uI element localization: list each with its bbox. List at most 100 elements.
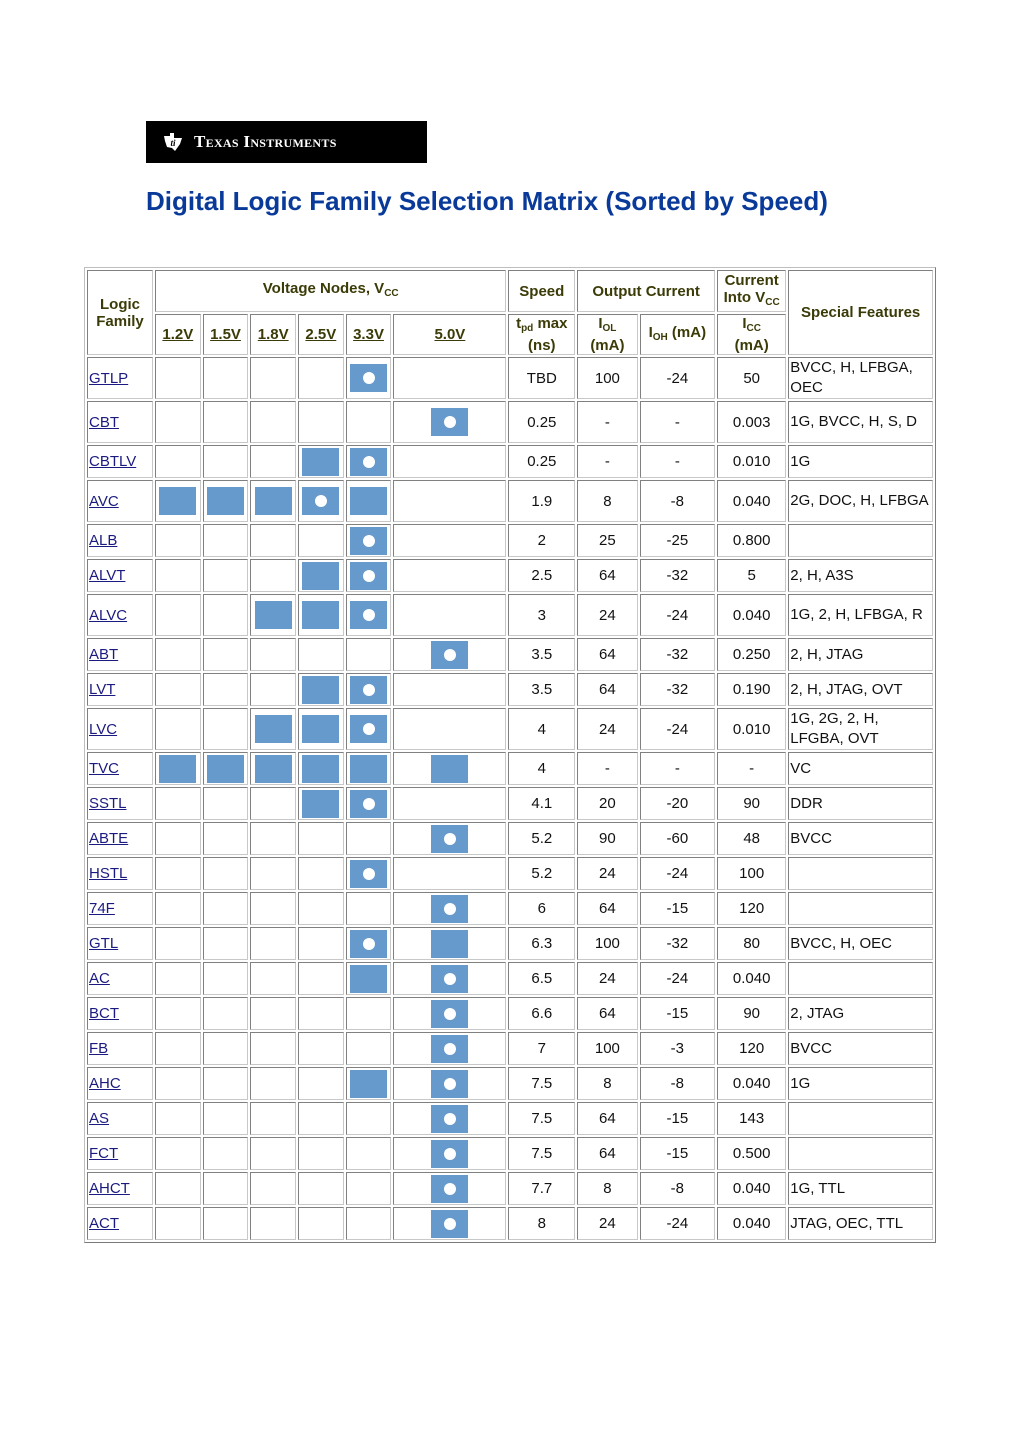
- voltage-cell-2-5v: [298, 752, 344, 785]
- special-features-cell: VC: [788, 752, 933, 785]
- voltage-cell-2-5v: [298, 673, 344, 706]
- logic-family-link[interactable]: ACT: [89, 1215, 119, 1232]
- icc-cell: 100: [717, 857, 787, 890]
- voltage-cell-2-5v: [298, 445, 344, 478]
- logic-family-cell: ALB: [87, 524, 153, 557]
- tpd-cell: 4: [508, 752, 576, 785]
- voltage-link-1-5v[interactable]: 1.5V: [210, 326, 241, 343]
- icc-cell: 0.010: [717, 708, 787, 750]
- logic-family-link[interactable]: AC: [89, 970, 110, 987]
- voltage-optimized-marker: [350, 859, 388, 888]
- voltage-cell-5-0v: [393, 638, 507, 671]
- voltage-cell-1-5v: [202, 1102, 249, 1135]
- icc-cell: 143: [717, 1102, 787, 1135]
- voltage-link-3-3v[interactable]: 3.3V: [353, 326, 384, 343]
- voltage-supported-marker: [302, 601, 340, 629]
- special-features-cell: BVCC: [788, 1032, 933, 1065]
- logic-family-cell: ALVC: [87, 594, 153, 636]
- logic-family-link[interactable]: HSTL: [89, 865, 127, 882]
- logic-family-link[interactable]: GTL: [89, 935, 118, 952]
- voltage-supported-marker: [302, 561, 340, 590]
- iol-cell: 100: [577, 1032, 638, 1065]
- voltage-cell-3-3v: [345, 927, 392, 960]
- voltage-cell-5-0v: [393, 480, 507, 522]
- voltage-cell-1-2v: [155, 787, 201, 820]
- logic-family-link[interactable]: ALB: [89, 532, 117, 549]
- logic-family-link[interactable]: 74F: [89, 900, 115, 917]
- voltage-supported-marker: [350, 964, 388, 993]
- iol-cell: 64: [577, 1137, 638, 1170]
- logic-family-link[interactable]: CBT: [89, 414, 119, 431]
- special-features-cell: BVCC, H, OEC: [788, 927, 933, 960]
- logic-family-link[interactable]: GTLP: [89, 370, 128, 387]
- logic-family-link[interactable]: AS: [89, 1110, 109, 1127]
- header-voltage-1-2v[interactable]: 1.2V: [155, 314, 201, 355]
- table-row: FB 7 100 -3 120 BVCC: [87, 1032, 933, 1065]
- voltage-cell-3-3v: [345, 857, 392, 890]
- table-row: 74F 6 64 -15 120: [87, 892, 933, 925]
- voltage-cell-1-2v: [155, 1102, 201, 1135]
- logic-family-link[interactable]: AVC: [89, 493, 119, 510]
- logic-family-cell: CBTLV: [87, 445, 153, 478]
- header-output-current: Output Current: [577, 270, 716, 312]
- tpd-cell: 4.1: [508, 787, 576, 820]
- icc-cell: 80: [717, 927, 787, 960]
- voltage-link-1-2v[interactable]: 1.2V: [162, 326, 193, 343]
- table-row: ABT 3.5 64 -32 0.250 2, H, JTAG: [87, 638, 933, 671]
- voltage-cell-1-2v: [155, 480, 201, 522]
- voltage-cell-1-5v: [202, 673, 249, 706]
- logic-family-link[interactable]: FCT: [89, 1145, 118, 1162]
- logic-family-link[interactable]: AHC: [89, 1075, 121, 1092]
- special-features-cell: 1G: [788, 445, 933, 478]
- voltage-cell-2-5v: [298, 401, 344, 443]
- logic-family-link[interactable]: SSTL: [89, 795, 127, 812]
- special-features-cell: [788, 892, 933, 925]
- voltage-optimized-marker: [431, 1104, 469, 1133]
- logic-family-link[interactable]: CBTLV: [89, 453, 136, 470]
- voltage-cell-2-5v: [298, 962, 344, 995]
- iol-cell: -: [577, 752, 638, 785]
- tpd-cell: 5.2: [508, 822, 576, 855]
- voltage-link-5-0v[interactable]: 5.0V: [434, 326, 465, 343]
- header-voltage-1-8v[interactable]: 1.8V: [250, 314, 297, 355]
- optimized-dot-icon: [443, 648, 456, 661]
- special-features-cell: 2, H, JTAG: [788, 638, 933, 671]
- voltage-cell-5-0v: [393, 1137, 507, 1170]
- voltage-cell-5-0v: [393, 594, 507, 636]
- logic-family-link[interactable]: LVC: [89, 721, 117, 738]
- ioh-cell: -8: [639, 1067, 716, 1100]
- voltage-supported-marker: [254, 754, 292, 783]
- voltage-cell-1-2v: [155, 857, 201, 890]
- logic-family-link[interactable]: TVC: [89, 760, 119, 777]
- voltage-optimized-marker: [431, 1139, 469, 1168]
- header-voltage-2-5v[interactable]: 2.5V: [298, 314, 344, 355]
- voltage-link-2-5v[interactable]: 2.5V: [305, 326, 336, 343]
- logic-family-link[interactable]: ALVT: [89, 567, 125, 584]
- logic-family-link[interactable]: BCT: [89, 1005, 119, 1022]
- logic-family-cell: AS: [87, 1102, 153, 1135]
- voltage-supported-marker: [431, 929, 469, 958]
- ioh-cell: -3: [639, 1032, 716, 1065]
- logic-family-link[interactable]: ABT: [89, 646, 118, 663]
- voltage-cell-2-5v: [298, 857, 344, 890]
- header-voltage-1-5v[interactable]: 1.5V: [202, 314, 249, 355]
- header-voltage-3-3v[interactable]: 3.3V: [345, 314, 392, 355]
- voltage-cell-1-8v: [250, 638, 297, 671]
- table-row: GTLP TBD 100 -24 50 BVCC, H, LFBGA, OEC: [87, 357, 933, 399]
- logic-family-link[interactable]: ABTE: [89, 830, 128, 847]
- header-voltage-5-0v[interactable]: 5.0V: [393, 314, 507, 355]
- svg-text:ti: ti: [171, 138, 177, 148]
- voltage-link-1-8v[interactable]: 1.8V: [258, 326, 289, 343]
- icc-cell: 0.250: [717, 638, 787, 671]
- iol-cell: 8: [577, 1067, 638, 1100]
- icc-cell: 0.003: [717, 401, 787, 443]
- iol-cell: 24: [577, 1207, 638, 1240]
- logic-family-link[interactable]: ALVC: [89, 607, 127, 624]
- logic-family-link[interactable]: LVT: [89, 681, 115, 698]
- voltage-cell-1-2v: [155, 708, 201, 750]
- table-row: AS 7.5 64 -15 143: [87, 1102, 933, 1135]
- special-features-cell: [788, 962, 933, 995]
- logic-family-link[interactable]: AHCT: [89, 1180, 130, 1197]
- logic-family-link[interactable]: FB: [89, 1040, 108, 1057]
- voltage-cell-1-2v: [155, 524, 201, 557]
